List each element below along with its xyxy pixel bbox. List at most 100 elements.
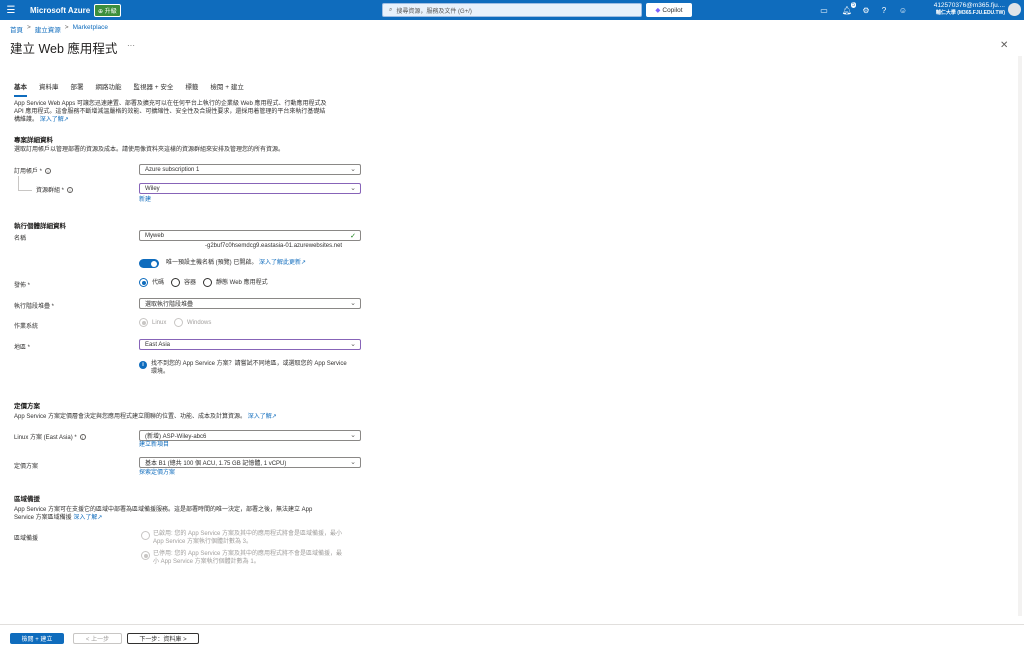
review-create-button[interactable]: 檢閱 + 建立 xyxy=(10,633,64,644)
zone-disabled-radio[interactable] xyxy=(141,551,150,560)
resource-group-value: Wiley xyxy=(145,185,160,192)
create-new-plan-link[interactable]: 建立新項目 xyxy=(139,441,169,449)
pricing-learn-more-link[interactable]: 深入了解 xyxy=(248,414,272,420)
pricing-tier-dropdown[interactable]: 基本 B1 (總共 100 個 ACU, 1.75 GB 記憶體, 1 vCPU… xyxy=(139,457,361,468)
intro-learn-more-link[interactable]: 深入了解 xyxy=(40,117,64,123)
tab-review-create[interactable]: 檢閱 + 建立 xyxy=(210,81,243,97)
runtime-stack-dropdown[interactable]: 選取執行階段堆疊 ⌄ xyxy=(139,298,361,309)
intro-line: App Service Web Apps 可讓您迅速建置、部署及擴充可以在任何平… xyxy=(14,101,327,107)
subscription-value: Azure subscription 1 xyxy=(145,166,200,173)
os-label: 作業系統 xyxy=(14,324,39,330)
notification-badge: 5 xyxy=(851,2,856,8)
tab-tags[interactable]: 標籤 xyxy=(185,81,198,97)
breadcrumb-marketplace[interactable]: Marketplace xyxy=(73,24,108,34)
search-input[interactable]: ⌕ 搜尋資源，服務及文件 (G+/) xyxy=(382,3,642,17)
chevron-down-icon: ⌄ xyxy=(350,300,356,307)
zone-redundancy-heading: 區域備援 xyxy=(14,496,40,503)
upgrade-button[interactable]: ⊕ 升級 xyxy=(94,3,121,17)
intro-line: 構維護。 深入了解↗ xyxy=(14,117,69,123)
name-input[interactable]: Myweb ✓ xyxy=(139,230,361,241)
linux-plan-dropdown[interactable]: (新增) ASP-Wiley-abc6 ⌄ xyxy=(139,430,361,441)
zone-disabled-text: 已停用: 您的 App Service 方案及其中的應用程式將不會是區域備援，最… xyxy=(153,550,361,566)
region-info-text: 找不到您的 App Service 方案？請嘗試不同地區，或選取您的 App S… xyxy=(151,360,361,376)
subscription-dropdown[interactable]: Azure subscription 1 ⌄ xyxy=(139,164,361,175)
external-link-icon: ↗ xyxy=(63,117,69,123)
account-menu[interactable]: 412570376@m365.fju.... 輔仁大學 (M365.FJU.ED… xyxy=(925,2,1005,16)
external-link-icon: ↗ xyxy=(97,515,103,521)
resource-group-label: 資源群組 * i xyxy=(36,185,74,194)
copilot-label: Copilot xyxy=(662,6,683,14)
publish-static-web-app-label: 靜態 Web 應用程式 xyxy=(216,280,268,286)
publish-container-radio[interactable] xyxy=(171,278,180,287)
breadcrumb-create-resource[interactable]: 建立資源 xyxy=(35,24,61,34)
project-details-desc: 選取訂用帳戶以管理部署的資源及成本。請使用像資料夾這樣的資源群組來安排及管理您的… xyxy=(14,147,285,153)
feedback-icon[interactable]: ☺ xyxy=(897,4,909,16)
zone-redundancy-desc: App Service 方案可在支援它的區域中部署為區域備援服務。這是部署時間的… xyxy=(14,506,359,522)
chevron-down-icon: ⌄ xyxy=(350,432,356,439)
tab-basics[interactable]: 基本 xyxy=(14,81,27,97)
footer-bar: 檢閱 + 建立 < 上一步 下一步：資料庫 > xyxy=(0,624,1024,654)
avatar[interactable] xyxy=(1008,3,1021,16)
name-value: Myweb xyxy=(145,232,165,239)
notifications-icon[interactable]: 🔔︎ 5 xyxy=(841,2,856,16)
breadcrumb-home[interactable]: 首頁 xyxy=(10,24,23,34)
external-link-icon: ↗ xyxy=(301,260,307,266)
instance-details-heading: 執行個體詳細資料 xyxy=(14,223,66,230)
intro-text: App Service Web Apps 可讓您迅速建置、部署及擴充可以在任何平… xyxy=(14,100,359,124)
region-label: 地區 * xyxy=(14,345,31,351)
zone-enabled-radio[interactable] xyxy=(141,531,150,540)
next-database-button[interactable]: 下一步：資料庫 > xyxy=(127,633,199,644)
zone-option-line: App Service 方案執行個體計數為 3。 xyxy=(153,539,253,545)
more-options-icon[interactable]: ··· xyxy=(127,41,135,50)
publish-label: 發佈 * xyxy=(14,283,31,289)
help-icon[interactable]: ? xyxy=(878,4,890,16)
search-placeholder: 搜尋資源，服務及文件 (G+/) xyxy=(396,8,472,15)
tab-bar: 基本 資料庫 部署 網路功能 監視器 + 安全 標籤 檢閱 + 建立 xyxy=(14,81,256,97)
intro-line: API 應用程式。這會服務不斷增減溫嚴格的效能、可擴縮性、安全性及合規性要求，還… xyxy=(14,109,326,115)
zone-learn-more-link[interactable]: 深入了解 xyxy=(73,515,97,521)
info-icon[interactable]: i xyxy=(67,187,74,193)
publish-static-web-app-radio[interactable] xyxy=(203,278,212,287)
scrollbar[interactable] xyxy=(1018,56,1022,616)
zone-option-line: 已停用: 您的 App Service 方案及其中的應用程式將不會是區域備援，最 xyxy=(153,551,343,557)
region-dropdown[interactable]: East Asia ⌄ xyxy=(139,339,361,350)
tab-deployment[interactable]: 部署 xyxy=(71,81,84,97)
menu-icon[interactable]: ☰ xyxy=(0,0,22,20)
tree-connector xyxy=(18,176,32,191)
create-new-resource-group-link[interactable]: 新建 xyxy=(139,196,151,204)
previous-button[interactable]: < 上一步 xyxy=(73,633,122,644)
chevron-down-icon: ⌄ xyxy=(350,185,356,192)
copilot-icon: ◆ xyxy=(655,7,661,14)
os-linux-radio[interactable] xyxy=(139,318,148,327)
project-details-heading: 專案詳細資料 xyxy=(14,137,53,144)
copilot-button[interactable]: ◆ Copilot xyxy=(646,3,692,17)
domain-suffix: -g2buf7c0hsemdcg9.eastasia-01.azurewebsi… xyxy=(205,243,343,249)
info-icon[interactable]: i xyxy=(45,168,52,174)
tab-networking[interactable]: 網路功能 xyxy=(96,81,122,97)
tab-monitoring[interactable]: 監視器 + 安全 xyxy=(134,81,174,97)
close-icon[interactable]: ✕ xyxy=(1000,40,1008,51)
unique-hostname-learn-more-link[interactable]: 深入了解此更新 xyxy=(259,260,301,266)
explore-pricing-link[interactable]: 探索定價方案 xyxy=(139,469,175,477)
os-windows-label: Windows xyxy=(187,320,212,326)
pricing-desc: App Service 方案定價層會決定與您應用程式建立關聯的位置、功能、成本及… xyxy=(14,414,277,420)
chevron-down-icon: ⌄ xyxy=(350,459,356,466)
tab-database[interactable]: 資料庫 xyxy=(39,81,59,97)
cloud-shell-icon[interactable]: ▭ xyxy=(818,4,830,16)
os-windows-radio[interactable] xyxy=(174,318,183,327)
checkmark-icon: ✓ xyxy=(350,232,356,240)
settings-icon[interactable]: ⚙ xyxy=(860,4,872,16)
zone-option-line: 已啟用: 您的 App Service 方案及其中的應用程式將會是區域備援，最小 xyxy=(153,531,343,537)
publish-code-radio[interactable] xyxy=(139,278,148,287)
zone-enabled-text: 已啟用: 您的 App Service 方案及其中的應用程式將會是區域備援，最小… xyxy=(153,530,361,546)
zone-desc-line: Service 方案區域備援 深入了解↗ xyxy=(14,515,103,521)
resource-group-dropdown[interactable]: Wiley ⌄ xyxy=(139,183,361,194)
region-info-line: 環境。 xyxy=(151,369,170,375)
unique-hostname-text: 唯一預設主機名稱 (預覽) 已開啟。 深入了解此更新↗ xyxy=(166,260,307,266)
info-icon: i xyxy=(139,361,147,369)
chevron-down-icon: ⌄ xyxy=(350,166,356,173)
info-icon[interactable]: i xyxy=(79,434,86,440)
runtime-stack-label: 執行階段堆疊 * xyxy=(14,304,55,310)
unique-hostname-toggle[interactable] xyxy=(139,259,159,268)
brand-title[interactable]: Microsoft Azure xyxy=(30,6,94,15)
